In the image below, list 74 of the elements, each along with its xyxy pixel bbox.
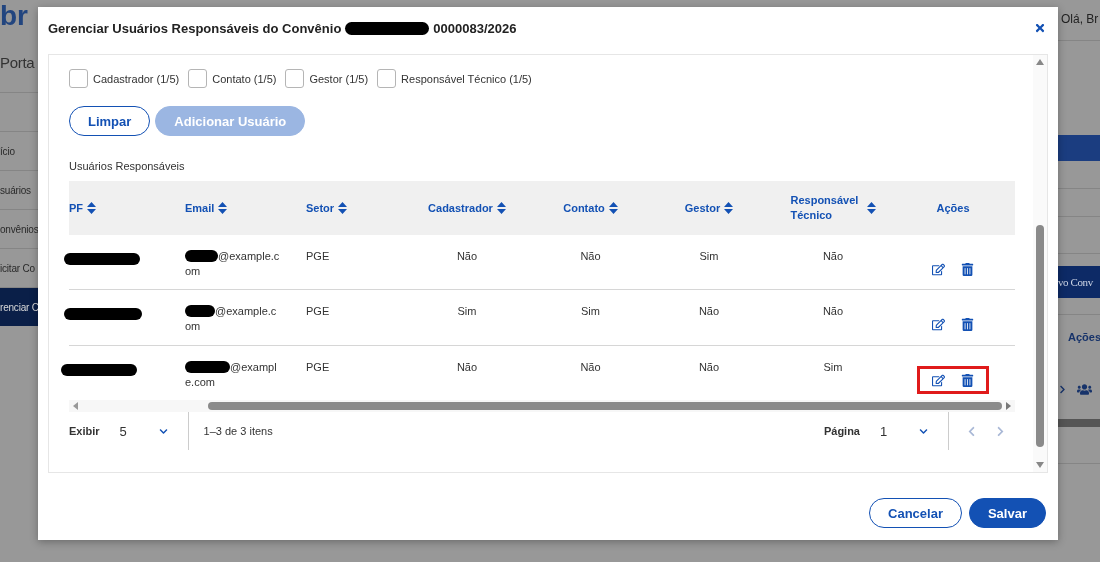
page-size-label: Exibir bbox=[69, 425, 100, 437]
logo: br bbox=[0, 0, 29, 33]
dialog-title-suffix: 0000083/2026 bbox=[433, 20, 517, 36]
clear-button[interactable]: Limpar bbox=[69, 106, 151, 136]
table-cell-text: Não bbox=[455, 360, 479, 375]
table-cell-text: Sim bbox=[822, 360, 844, 375]
column-header: Ações bbox=[1067, 330, 1100, 345]
table-cell-text: PGE bbox=[306, 360, 331, 375]
trash-icon[interactable] bbox=[961, 317, 974, 331]
table-cell-text: Não bbox=[821, 304, 845, 319]
page-select[interactable]: 1 bbox=[880, 423, 928, 439]
horizontal-scrollbar[interactable] bbox=[69, 400, 1015, 412]
column-header[interactable]: Ações bbox=[936, 200, 970, 216]
vertical-scrollbar[interactable] bbox=[1033, 55, 1047, 472]
table-cell-text: PGE bbox=[306, 249, 331, 264]
column-header[interactable]: PF bbox=[69, 200, 84, 216]
sort-icon[interactable] bbox=[866, 202, 876, 214]
sort-icon[interactable] bbox=[608, 202, 618, 214]
sort-icon[interactable] bbox=[724, 202, 734, 214]
sort-icon[interactable] bbox=[218, 202, 228, 214]
edit-icon[interactable] bbox=[932, 262, 945, 276]
table-cell-text: @example.com bbox=[185, 249, 280, 279]
column-header[interactable]: Contato bbox=[563, 200, 605, 216]
table-cell-text: Não bbox=[821, 249, 845, 264]
table-cell-text: @example.com bbox=[185, 360, 278, 390]
dark-bar bbox=[1058, 419, 1100, 427]
trash-icon[interactable] bbox=[961, 373, 974, 387]
checkbox[interactable] bbox=[285, 69, 305, 88]
column-header[interactable]: Cadastrador bbox=[428, 200, 493, 216]
redaction-bar bbox=[185, 360, 230, 373]
item-range: 1–3 de 3 itens bbox=[203, 425, 273, 437]
checkbox[interactable] bbox=[377, 69, 397, 88]
sort-icon[interactable] bbox=[338, 202, 348, 214]
edit-icon[interactable] bbox=[932, 317, 945, 331]
column-header[interactable]: Responsável Técnico bbox=[790, 193, 863, 223]
table-cell-text: Não bbox=[455, 249, 479, 264]
edit-icon[interactable] bbox=[932, 373, 945, 387]
column-header[interactable]: Email bbox=[185, 200, 215, 216]
redaction-bar bbox=[185, 304, 215, 317]
table-cell-text: Não bbox=[697, 360, 721, 375]
header-bar bbox=[1058, 135, 1100, 161]
trash-icon[interactable] bbox=[961, 262, 974, 276]
checkbox-label: Contato (1/5) bbox=[212, 72, 277, 85]
redaction-bar bbox=[185, 249, 218, 262]
checkbox-label: Cadastrador (1/5) bbox=[93, 72, 180, 85]
sidebar-item[interactable]: renciar C bbox=[0, 287, 38, 326]
cancel-button[interactable]: Cancelar bbox=[869, 498, 962, 528]
table-cell-text: Não bbox=[697, 304, 721, 319]
checkbox-label: Responsável Técnico (1/5) bbox=[401, 72, 532, 85]
checkbox[interactable] bbox=[69, 69, 88, 88]
table-caption: Usuários Responsáveis bbox=[69, 160, 186, 174]
table-cell-text: Sim bbox=[580, 304, 601, 319]
column-header[interactable]: Setor bbox=[306, 200, 335, 216]
page-label: Página bbox=[823, 425, 860, 437]
table-cell-text: @example.com bbox=[185, 304, 278, 334]
checkbox[interactable] bbox=[188, 69, 208, 88]
chevron-icon[interactable] bbox=[1058, 384, 1067, 394]
save-button[interactable]: Salvar bbox=[968, 498, 1046, 528]
table-cell-text: Sim bbox=[698, 249, 720, 264]
chevron-down-icon[interactable] bbox=[919, 426, 928, 436]
checkbox-label: Gestor (1/5) bbox=[309, 72, 369, 85]
dialog-title: Gerenciar Usuários Responsáveis do Convênio bbox=[48, 20, 342, 36]
table-cell-text: Não bbox=[579, 249, 602, 264]
table-cell-text: Sim bbox=[456, 304, 478, 319]
table-cell-text: PGE bbox=[306, 304, 331, 319]
sort-icon[interactable] bbox=[87, 202, 97, 214]
portal-title: Porta bbox=[0, 53, 36, 73]
table-cell-text: Não bbox=[579, 360, 602, 375]
sort-icon[interactable] bbox=[496, 202, 506, 214]
new-button[interactable]: vo Conv bbox=[1058, 266, 1100, 298]
page-size-select[interactable]: 5 bbox=[119, 423, 168, 439]
users-icon[interactable] bbox=[1077, 381, 1092, 397]
column-header[interactable]: Gestor bbox=[684, 200, 721, 216]
chevron-down-icon[interactable] bbox=[158, 426, 168, 436]
